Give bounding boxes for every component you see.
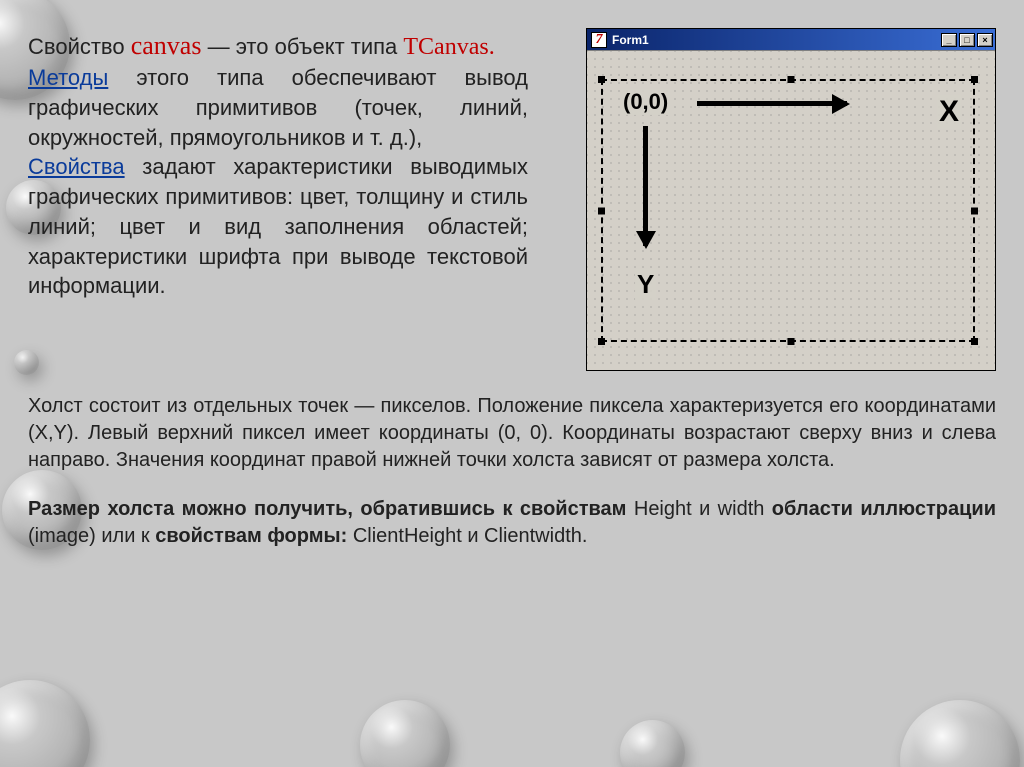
titlebar[interactable]: 7 Form1 _ □ ×: [587, 29, 995, 50]
text-span: Размер холста можно получить, обратившис…: [28, 498, 626, 520]
resize-handle-bottom-middle[interactable]: [788, 338, 795, 345]
resize-handle-middle-left[interactable]: [598, 207, 605, 214]
app-icon: 7: [591, 32, 607, 48]
y-axis-arrow: [643, 126, 648, 246]
close-button[interactable]: ×: [977, 33, 993, 47]
y-axis-label: Y: [635, 269, 656, 300]
text-span: ClientHeight и Clientwidth.: [347, 525, 587, 547]
x-axis-label: X: [937, 95, 961, 129]
keyword-properties: Свойства: [28, 154, 125, 179]
form-client-area[interactable]: (0,0) X Y: [587, 50, 995, 370]
resize-handle-top-left[interactable]: [598, 76, 605, 83]
keyword-tcanvas: TCanvas.: [403, 34, 494, 60]
paragraph-dimensions: Размер холста можно получить, обратившис…: [28, 496, 996, 550]
minimize-button[interactable]: _: [941, 33, 957, 47]
text-span: — это объект типа: [201, 34, 403, 59]
resize-handle-bottom-right[interactable]: [971, 338, 978, 345]
delphi-form-window: 7 Form1 _ □ × (0,0) X: [586, 28, 996, 371]
text-span: Height и width: [626, 498, 771, 520]
maximize-button[interactable]: □: [959, 33, 975, 47]
paragraph-canvas-description: Свойство canvas — это объект типа TCanva…: [28, 28, 528, 301]
x-axis-arrow: [697, 101, 847, 106]
text-span: области иллюстрации: [772, 498, 996, 520]
text-span: (image) или к: [28, 525, 155, 547]
resize-handle-top-middle[interactable]: [788, 76, 795, 83]
resize-handle-bottom-left[interactable]: [598, 338, 605, 345]
selected-image-component[interactable]: [601, 79, 975, 342]
origin-label: (0,0): [621, 89, 670, 115]
keyword-canvas: canvas: [131, 31, 202, 60]
window-title: Form1: [612, 33, 939, 47]
paragraph-pixels: Холст состоит из отдельных точек — пиксе…: [28, 393, 996, 474]
keyword-methods: Методы: [28, 65, 108, 90]
text-span: свойствам формы:: [155, 525, 347, 547]
resize-handle-middle-right[interactable]: [971, 207, 978, 214]
resize-handle-top-right[interactable]: [971, 76, 978, 83]
text-span: Свойство: [28, 34, 131, 59]
